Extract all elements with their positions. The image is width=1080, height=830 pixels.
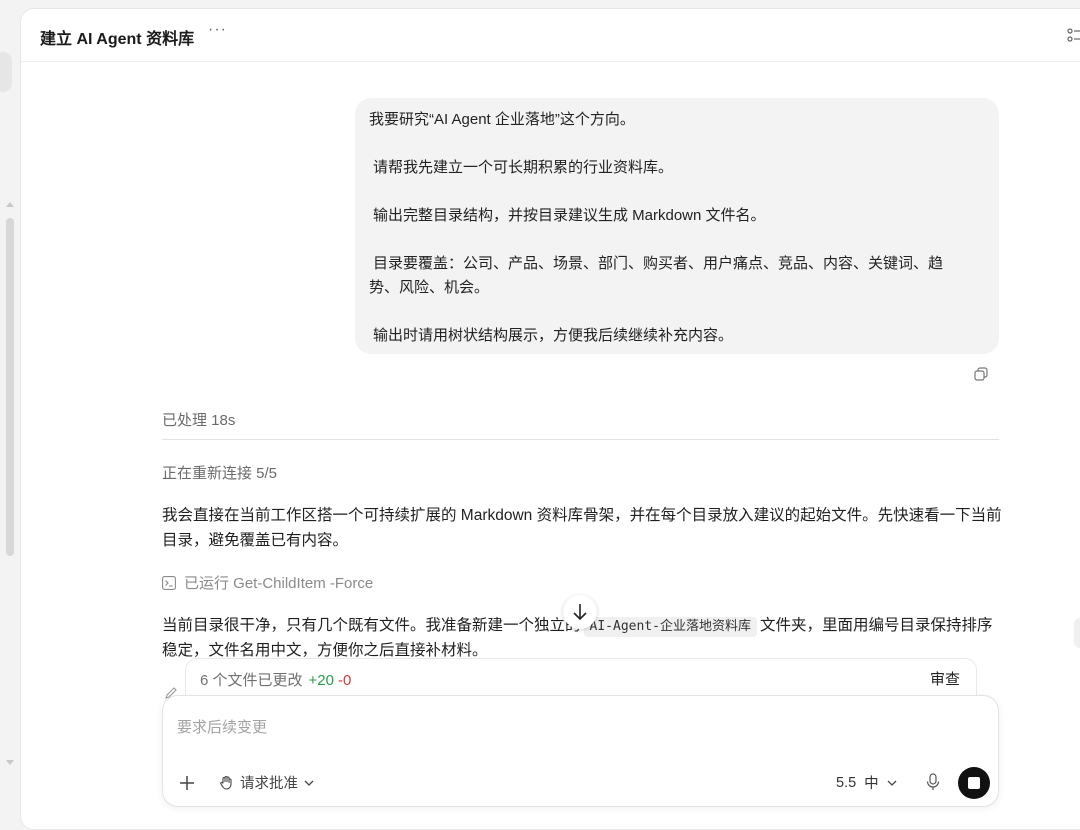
review-button[interactable]: 审查 (930, 668, 960, 689)
hand-icon (220, 775, 232, 790)
user-message-line: 请帮我先建立一个可长期积累的行业资料库。 (373, 159, 674, 176)
model-selector[interactable]: 5.5 中 (836, 772, 897, 793)
processed-time[interactable]: 已处理 18s (162, 409, 235, 430)
reasoning-level: 中 (864, 776, 879, 792)
scroll-down-icon (573, 604, 587, 621)
inline-code: AI-Agent-企业落地资料库 (583, 617, 757, 637)
user-message-line: 目录要覆盖：公司、产品、场景、部门、购买者、用户痛点、竞品、内容、关键词、趋 (373, 255, 944, 272)
composer[interactable]: 要求后续变更 请求批准 5.5 中 (162, 695, 999, 807)
chat-header: 建立 AI Agent 资料库 ··· (21, 9, 1080, 62)
follow-up-input[interactable]: 要求后续变更 (177, 716, 267, 737)
changed-files-summary: 6 个文件已更改 +20 -0 (200, 669, 351, 690)
changed-files-bar[interactable]: 6 个文件已更改 +20 -0 审查 (185, 658, 977, 696)
scroll-up-arrow[interactable] (6, 202, 14, 207)
user-message-bubble: 我要研究“AI Agent 企业落地”这个方向。 请帮我先建立一个可长期积累的行… (355, 98, 999, 354)
additions-count: +20 (308, 672, 334, 689)
edge-panel-handle[interactable] (1074, 618, 1080, 648)
divider (162, 439, 999, 440)
approval-mode-label: 请求批准 (240, 776, 298, 792)
more-icon[interactable]: ··· (208, 21, 227, 39)
stop-button[interactable] (958, 767, 990, 799)
deletions-count: -0 (337, 672, 352, 689)
scroll-down-arrow[interactable] (6, 760, 14, 765)
scrollbar-thumb[interactable] (6, 218, 14, 556)
approval-mode-selector[interactable]: 请求批准 (219, 772, 314, 793)
conversation-title: 建立 AI Agent 资料库 (40, 31, 195, 48)
tree-view-icon[interactable] (1067, 28, 1080, 42)
paragraph-text: 当前目录很干净，只有几个既有文件。我准备新建一个独立的 (162, 617, 581, 634)
command-run-item[interactable]: 已运行 Get-ChildItem -Force (162, 572, 373, 593)
left-gutter (0, 0, 18, 811)
copy-icon[interactable] (973, 366, 989, 382)
stop-icon (968, 777, 980, 789)
reconnect-status: 正在重新连接 5/5 (162, 465, 278, 482)
chat-panel: 建立 AI Agent 资料库 ··· 我要研究“AI Agent 企业落地”这… (20, 8, 1080, 830)
mic-icon[interactable] (925, 773, 941, 791)
plus-icon[interactable] (179, 775, 195, 791)
model-version: 5.5 (836, 774, 857, 791)
sidebar-toggle-handle[interactable] (0, 52, 12, 92)
user-message-line: 我要研究“AI Agent 企业落地”这个方向。 (369, 111, 635, 128)
chevron-down-icon (304, 780, 314, 786)
assistant-paragraph: 我会直接在当前工作区搭一个可持续扩展的 Markdown 资料库骨架，并在每个目… (162, 507, 1002, 549)
scroll-to-bottom-button[interactable] (563, 595, 597, 629)
chevron-down-icon (887, 780, 897, 786)
user-message-line: 势、风险、机会。 (369, 279, 490, 296)
user-message-line: 输出完整目录结构，并按目录建议生成 Markdown 文件名。 (373, 207, 766, 224)
terminal-icon (162, 575, 176, 590)
user-message-line: 输出时请用树状结构展示，方便我后续继续补充内容。 (373, 327, 734, 344)
changed-files-count: 6 个文件已更改 (200, 672, 303, 689)
user-message-line-group: 目录要覆盖：公司、产品、场景、部门、购买者、用户痛点、竞品、内容、关键词、趋 势… (369, 252, 985, 300)
command-run-label: 已运行 Get-ChildItem -Force (184, 575, 374, 592)
